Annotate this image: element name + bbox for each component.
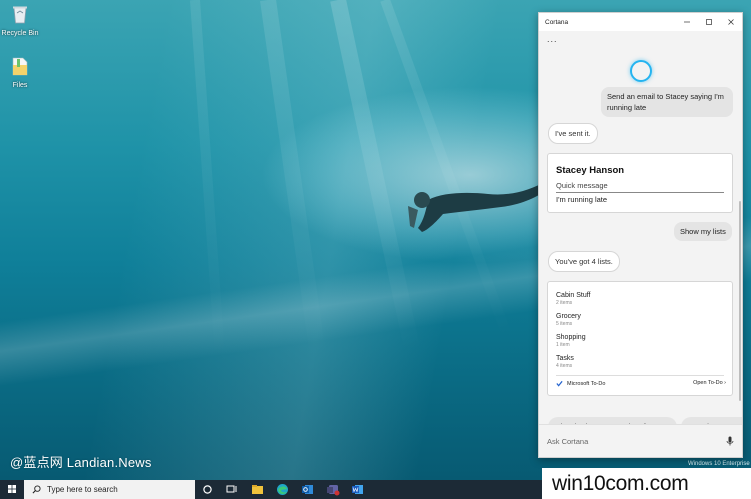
- windows-start-icon: [8, 485, 16, 493]
- card-divider: [556, 375, 724, 376]
- list-name: Cabin Stuff: [556, 292, 591, 299]
- maximize-icon: [706, 19, 712, 25]
- cortana-ring-icon: [630, 60, 652, 82]
- start-button[interactable]: [0, 480, 24, 499]
- user-message-text: Send an email to Stacey saying I'm runni…: [607, 92, 724, 112]
- list-item[interactable]: Tasks 4 items: [556, 354, 574, 370]
- taskbar-search-box[interactable]: Type here to search: [24, 480, 195, 499]
- list-item[interactable]: Grocery 5 items: [556, 312, 581, 328]
- quick-message-text: I'm running late: [556, 195, 608, 204]
- minimize-button[interactable]: [676, 13, 698, 31]
- quick-message-label: Quick message: [556, 181, 608, 190]
- cortana-reply-lists: You've got 4 lists.: [548, 251, 620, 272]
- ask-cortana-bar[interactable]: Ask Cortana: [539, 424, 742, 457]
- search-icon: [32, 485, 41, 494]
- word-icon[interactable]: [350, 482, 365, 497]
- windows-edition-text: Windows 10 Enterprise: [688, 461, 750, 467]
- user-message-lists: Show my lists: [674, 222, 732, 241]
- edge-icon[interactable]: [275, 482, 290, 497]
- list-count: 5 items: [556, 321, 573, 327]
- taskbar-search-placeholder: Type here to search: [47, 485, 118, 494]
- recycle-bin-label: Recycle Bin: [1, 30, 39, 37]
- swimmer-figure: [408, 180, 554, 232]
- todo-app-name: Microsoft To-Do: [567, 380, 606, 387]
- contact-name: Stacey Hanson: [556, 165, 625, 176]
- lists-card: Cabin Stuff 2 items Grocery 5 items Shop…: [547, 281, 733, 396]
- ask-cortana-input[interactable]: Ask Cortana: [547, 437, 726, 446]
- cortana-reply-sent: I've sent it.: [548, 123, 598, 144]
- recycle-bin-desktop-icon[interactable]: Recycle Bin: [0, 3, 40, 37]
- email-card[interactable]: Stacey Hanson Quick message I'm running …: [547, 153, 733, 213]
- cortana-titlebar: Cortana: [539, 13, 742, 31]
- close-button[interactable]: [720, 13, 742, 31]
- list-count: 4 items: [556, 363, 573, 369]
- user-message-email: Send an email to Stacey saying I'm runni…: [601, 87, 733, 117]
- list-name: Grocery: [556, 313, 581, 320]
- conversation-area[interactable]: ... Send an email to Stacey saying I'm r…: [539, 31, 742, 437]
- quick-message-underline: [556, 192, 724, 193]
- list-count: 1 item: [556, 342, 570, 348]
- cortana-window: Cortana ... Send an email to Stacey sayi…: [538, 12, 743, 458]
- list-item[interactable]: Cabin Stuff 2 items: [556, 291, 591, 307]
- task-view-icon[interactable]: [224, 482, 239, 497]
- teams-icon[interactable]: [325, 482, 340, 497]
- todo-app-label: Microsoft To-Do: [556, 380, 605, 387]
- files-desktop-icon[interactable]: Files: [0, 55, 40, 89]
- list-name: Tasks: [556, 355, 574, 362]
- minimize-icon: [684, 21, 690, 23]
- microphone-icon[interactable]: [726, 436, 734, 446]
- files-label: Files: [12, 82, 28, 89]
- open-todo-link[interactable]: Open To-Do ›: [693, 380, 726, 386]
- list-name: Shopping: [556, 334, 586, 341]
- recycle-bin-icon: [13, 6, 27, 24]
- site-watermark: @蓝点网 Landian.News: [10, 455, 152, 470]
- site-watermark-banner: win10com.com: [542, 468, 751, 499]
- light-ray: [190, 0, 226, 360]
- more-options-button[interactable]: ...: [547, 34, 558, 44]
- maximize-button[interactable]: [698, 13, 720, 31]
- scrollbar[interactable]: [739, 201, 741, 401]
- cortana-circle-icon[interactable]: [200, 482, 215, 497]
- folder-icon: [12, 57, 28, 76]
- close-icon: [728, 19, 734, 25]
- outlook-icon[interactable]: [300, 482, 315, 497]
- light-ray: [260, 0, 327, 358]
- file-explorer-icon[interactable]: [250, 482, 265, 497]
- checkmark-icon: [556, 380, 563, 387]
- list-count: 2 items: [556, 300, 573, 306]
- list-item[interactable]: Shopping 1 item: [556, 333, 586, 349]
- window-title: Cortana: [545, 18, 569, 26]
